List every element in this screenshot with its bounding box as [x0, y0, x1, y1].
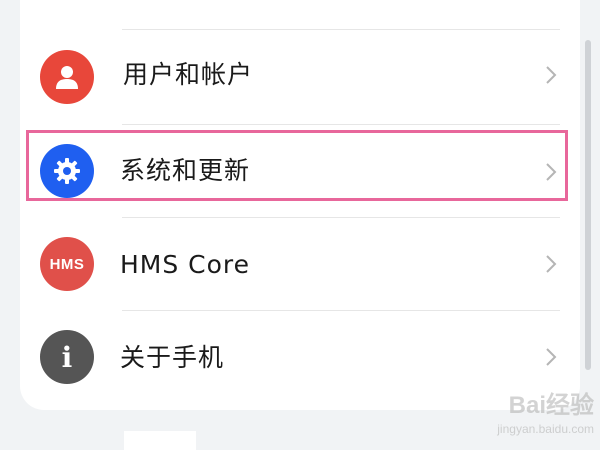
scrollbar[interactable]	[585, 40, 591, 370]
bottom-nav-tab[interactable]	[124, 431, 196, 450]
settings-item-users-accounts[interactable]: 用户和帐户	[20, 30, 580, 120]
chevron-right-icon	[546, 348, 557, 366]
settings-card: 用户和帐户 系统和更新 HMS HMS Core i 关于手机	[20, 0, 580, 410]
settings-item-hms-core[interactable]: HMS HMS Core	[20, 218, 580, 308]
info-icon: i	[40, 330, 94, 384]
gear-icon	[40, 144, 94, 198]
settings-item-label: 关于手机	[120, 343, 225, 372]
settings-item-system-update[interactable]: 系统和更新	[20, 125, 580, 215]
settings-item-label: 系统和更新	[120, 156, 251, 185]
chevron-right-icon	[546, 66, 557, 84]
settings-item-label: HMS Core	[120, 250, 251, 279]
hms-icon-text: HMS	[49, 255, 85, 273]
hms-icon: HMS	[40, 237, 94, 291]
watermark-domain: jingyan.baidu.com	[497, 422, 594, 436]
settings-item-label: 用户和帐户	[123, 60, 254, 89]
user-icon	[40, 50, 94, 104]
chevron-right-icon	[546, 255, 557, 273]
chevron-right-icon	[546, 163, 557, 181]
info-icon-text: i	[61, 340, 73, 374]
settings-item-about-phone[interactable]: i 关于手机	[20, 311, 580, 401]
